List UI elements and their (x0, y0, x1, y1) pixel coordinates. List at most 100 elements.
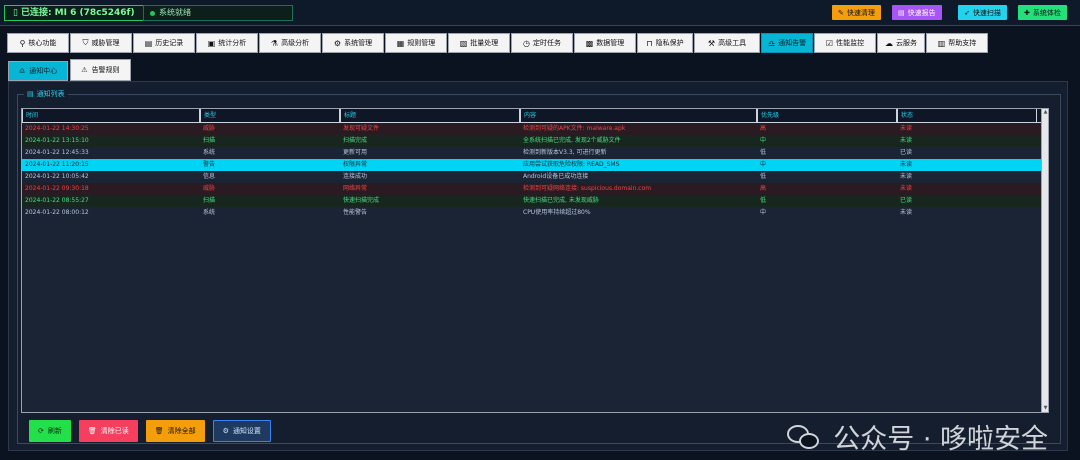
table-cell: 未读 (900, 185, 913, 192)
table-cell: 快速扫描完成 (343, 197, 380, 204)
tab-history[interactable]: ▤ 历史记录 (133, 33, 195, 53)
quick-scan-button[interactable]: ➶ 快速扫描 (958, 5, 1007, 20)
header-content[interactable]: 内容 (520, 109, 757, 122)
rocket-icon: ➶ (964, 8, 970, 17)
table-cell: 2024-01-22 11:20:15 (25, 161, 89, 168)
tab-system[interactable]: ⚙ 系统管理 (322, 33, 384, 53)
gear-icon: ⚙ (333, 38, 342, 48)
table-cell: 检测到新版本V3.3, 可进行更新 (523, 149, 607, 156)
tab-data[interactable]: ▩ 数据管理 (574, 33, 636, 53)
table-cell: 已读 (900, 197, 913, 204)
monitor-icon: ☑ (825, 38, 834, 48)
tab-privacy[interactable]: ⊓ 隐私保护 (637, 33, 693, 53)
table-cell: 威胁 (203, 125, 216, 132)
tab-tools[interactable]: ⚒ 高级工具 (694, 33, 760, 53)
clock-icon: ◷ (523, 38, 530, 48)
tab-cloud[interactable]: ☁ 云服务 (877, 33, 925, 53)
flask-icon: ⚗ (270, 38, 279, 48)
tab-threat[interactable]: ⛉ 威胁管理 (70, 33, 132, 53)
top-bar: ▯ 已连接: MI 6 (78c5246f) 系统就绪 ✎ 快速清理 ▤ 快速报… (0, 0, 1080, 26)
tab-rules[interactable]: ▦ 规则管理 (385, 33, 447, 53)
gear-icon: ⚙ (222, 427, 229, 435)
table-row[interactable]: 2024-01-22 13:15:10 扫描 扫描完成 全系统扫描已完成, 发现2个威… (22, 135, 1048, 147)
tab-scheduled[interactable]: ◷ 定时任务 (511, 33, 573, 53)
vertical-scrollbar[interactable]: ▲ ▼ (1041, 109, 1048, 412)
table-cell: 2024-01-22 10:05:42 (25, 173, 89, 180)
tab-advanced-analysis[interactable]: ⚗ 高级分析 (259, 33, 321, 53)
watermark-text: 公众号 · 哆啦安全 (833, 424, 1048, 455)
notification-settings-button[interactable]: ⚙ 通知设置 (212, 420, 271, 442)
clear-read-button[interactable]: 🗑 清除已读 (78, 420, 138, 442)
table-cell: 低 (760, 173, 767, 180)
table-cell: 快速扫描已完成, 未发现威胁 (523, 197, 599, 204)
system-status: 系统就绪 (143, 5, 293, 21)
notification-table[interactable]: 时间 类型 标题 内容 优先级 状态 2024-01-22 14:30:25 威胁… (21, 108, 1049, 413)
table-cell: 发现可疑文件 (343, 125, 380, 132)
table-cell: 未读 (900, 161, 913, 168)
batch-icon: ▧ (459, 38, 468, 48)
header-title[interactable]: 标题 (340, 109, 520, 122)
history-icon: ▤ (144, 38, 153, 48)
refresh-button[interactable]: ⟳ 刷新 (29, 420, 71, 442)
tab-performance[interactable]: ☑ 性能监控 (814, 33, 876, 53)
table-cell: 未读 (900, 125, 913, 132)
table-cell: 中 (760, 161, 767, 168)
table-cell: 全系统扫描已完成, 发现2个威胁文件 (523, 137, 621, 144)
system-check-button[interactable]: ✚ 系统体检 (1018, 5, 1067, 20)
table-cell: 警告 (203, 161, 216, 168)
stats-icon: ▣ (207, 38, 216, 48)
connection-text: 已连接: MI 6 (78c5246f) (20, 8, 135, 18)
rules-icon: ▦ (396, 38, 405, 48)
tab-statistics[interactable]: ▣ 统计分析 (196, 33, 258, 53)
status-dot-icon (150, 10, 155, 16)
table-cell: 连接成功 (343, 173, 368, 180)
header-priority[interactable]: 优先级 (757, 109, 897, 122)
scroll-up-icon[interactable]: ▲ (1042, 109, 1048, 116)
tab-help[interactable]: ▥ 帮助支持 (926, 33, 988, 53)
table-body: 2024-01-22 14:30:25 威胁 发现可疑文件 检测到可疑的APK文件: … (22, 123, 1048, 219)
scroll-down-icon[interactable]: ▼ (1042, 405, 1048, 412)
tab-core[interactable]: ⚲ 核心功能 (7, 33, 69, 53)
system-status-text: 系统就绪 (159, 8, 191, 17)
bell-icon: ♎ (19, 67, 26, 75)
header-time[interactable]: 时间 (22, 109, 200, 122)
table-cell: Android设备已成功连接 (523, 173, 589, 180)
table-row[interactable]: 2024-01-22 08:55:27 扫描 快速扫描完成 快速扫描已完成, 未发现威… (22, 195, 1048, 207)
header-type[interactable]: 类型 (200, 109, 340, 122)
table-row[interactable]: 2024-01-22 08:00:12 系统 性能警告 CPU使用率持续超过80% 中 未… (22, 207, 1048, 219)
lock-icon: ⊓ (646, 38, 653, 48)
help-icon: ▥ (937, 38, 946, 48)
table-row[interactable]: 2024-01-22 12:45:33 系统 更新可用 检测到新版本V3.3, 可进行… (22, 147, 1048, 159)
table-cell: 中 (760, 137, 767, 144)
table-row[interactable]: 2024-01-22 09:30:18 威胁 网络异常 检测到可疑网络连接: susp… (22, 183, 1048, 195)
refresh-icon: ⟳ (38, 427, 44, 435)
list-icon: ▤ (27, 90, 34, 98)
broom-icon: ✎ (838, 8, 844, 17)
table-cell: 权限异常 (343, 161, 368, 168)
connection-status: ▯ 已连接: MI 6 (78c5246f) (4, 5, 144, 21)
subtab-alert-rules[interactable]: ⚠ 告警规则 (70, 59, 131, 81)
table-cell: 网络异常 (343, 185, 368, 192)
database-icon: ▩ (585, 38, 594, 48)
table-row[interactable]: 2024-01-22 10:05:42 信息 连接成功 Android设备已成功连接 低… (22, 171, 1048, 183)
header-status[interactable]: 状态 (897, 109, 1037, 122)
table-cell: 应用尝试获取危险权限: READ_SMS (523, 161, 620, 168)
table-cell: CPU使用率持续超过80% (523, 209, 591, 216)
quick-clean-button[interactable]: ✎ 快速清理 (832, 5, 881, 20)
bell-icon: ♎ (767, 38, 776, 48)
table-cell: 2024-01-22 08:55:27 (25, 197, 89, 204)
wechat-icon (787, 423, 823, 451)
table-cell: 2024-01-22 13:15:10 (25, 137, 89, 144)
table-cell: 2024-01-22 12:45:33 (25, 149, 89, 156)
table-row[interactable]: 2024-01-22 14:30:25 威胁 发现可疑文件 检测到可疑的APK文件: … (22, 123, 1048, 135)
table-cell: 检测到可疑网络连接: suspicious.domain.com (523, 185, 652, 192)
tab-notifications[interactable]: ♎ 通知告警 (761, 33, 813, 53)
quick-report-button[interactable]: ▤ 快速报告 (892, 5, 942, 20)
main-tab-bar: ⚲ 核心功能 ⛉ 威胁管理 ▤ 历史记录 ▣ 统计分析 ⚗ 高级分析 ⚙ 系统管理 ▦ 规则管… (7, 33, 999, 53)
shield-icon: ⛉ (82, 38, 89, 47)
table-row[interactable]: 2024-01-22 11:20:15 警告 权限异常 应用尝试获取危险权限: REA… (22, 159, 1048, 171)
tab-batch[interactable]: ▧ 批量处理 (448, 33, 510, 53)
cloud-icon: ☁ (885, 38, 893, 48)
clear-all-button[interactable]: 🗑 清除全部 (145, 420, 205, 442)
subtab-notification-center[interactable]: ♎ 通知中心 (8, 61, 69, 81)
